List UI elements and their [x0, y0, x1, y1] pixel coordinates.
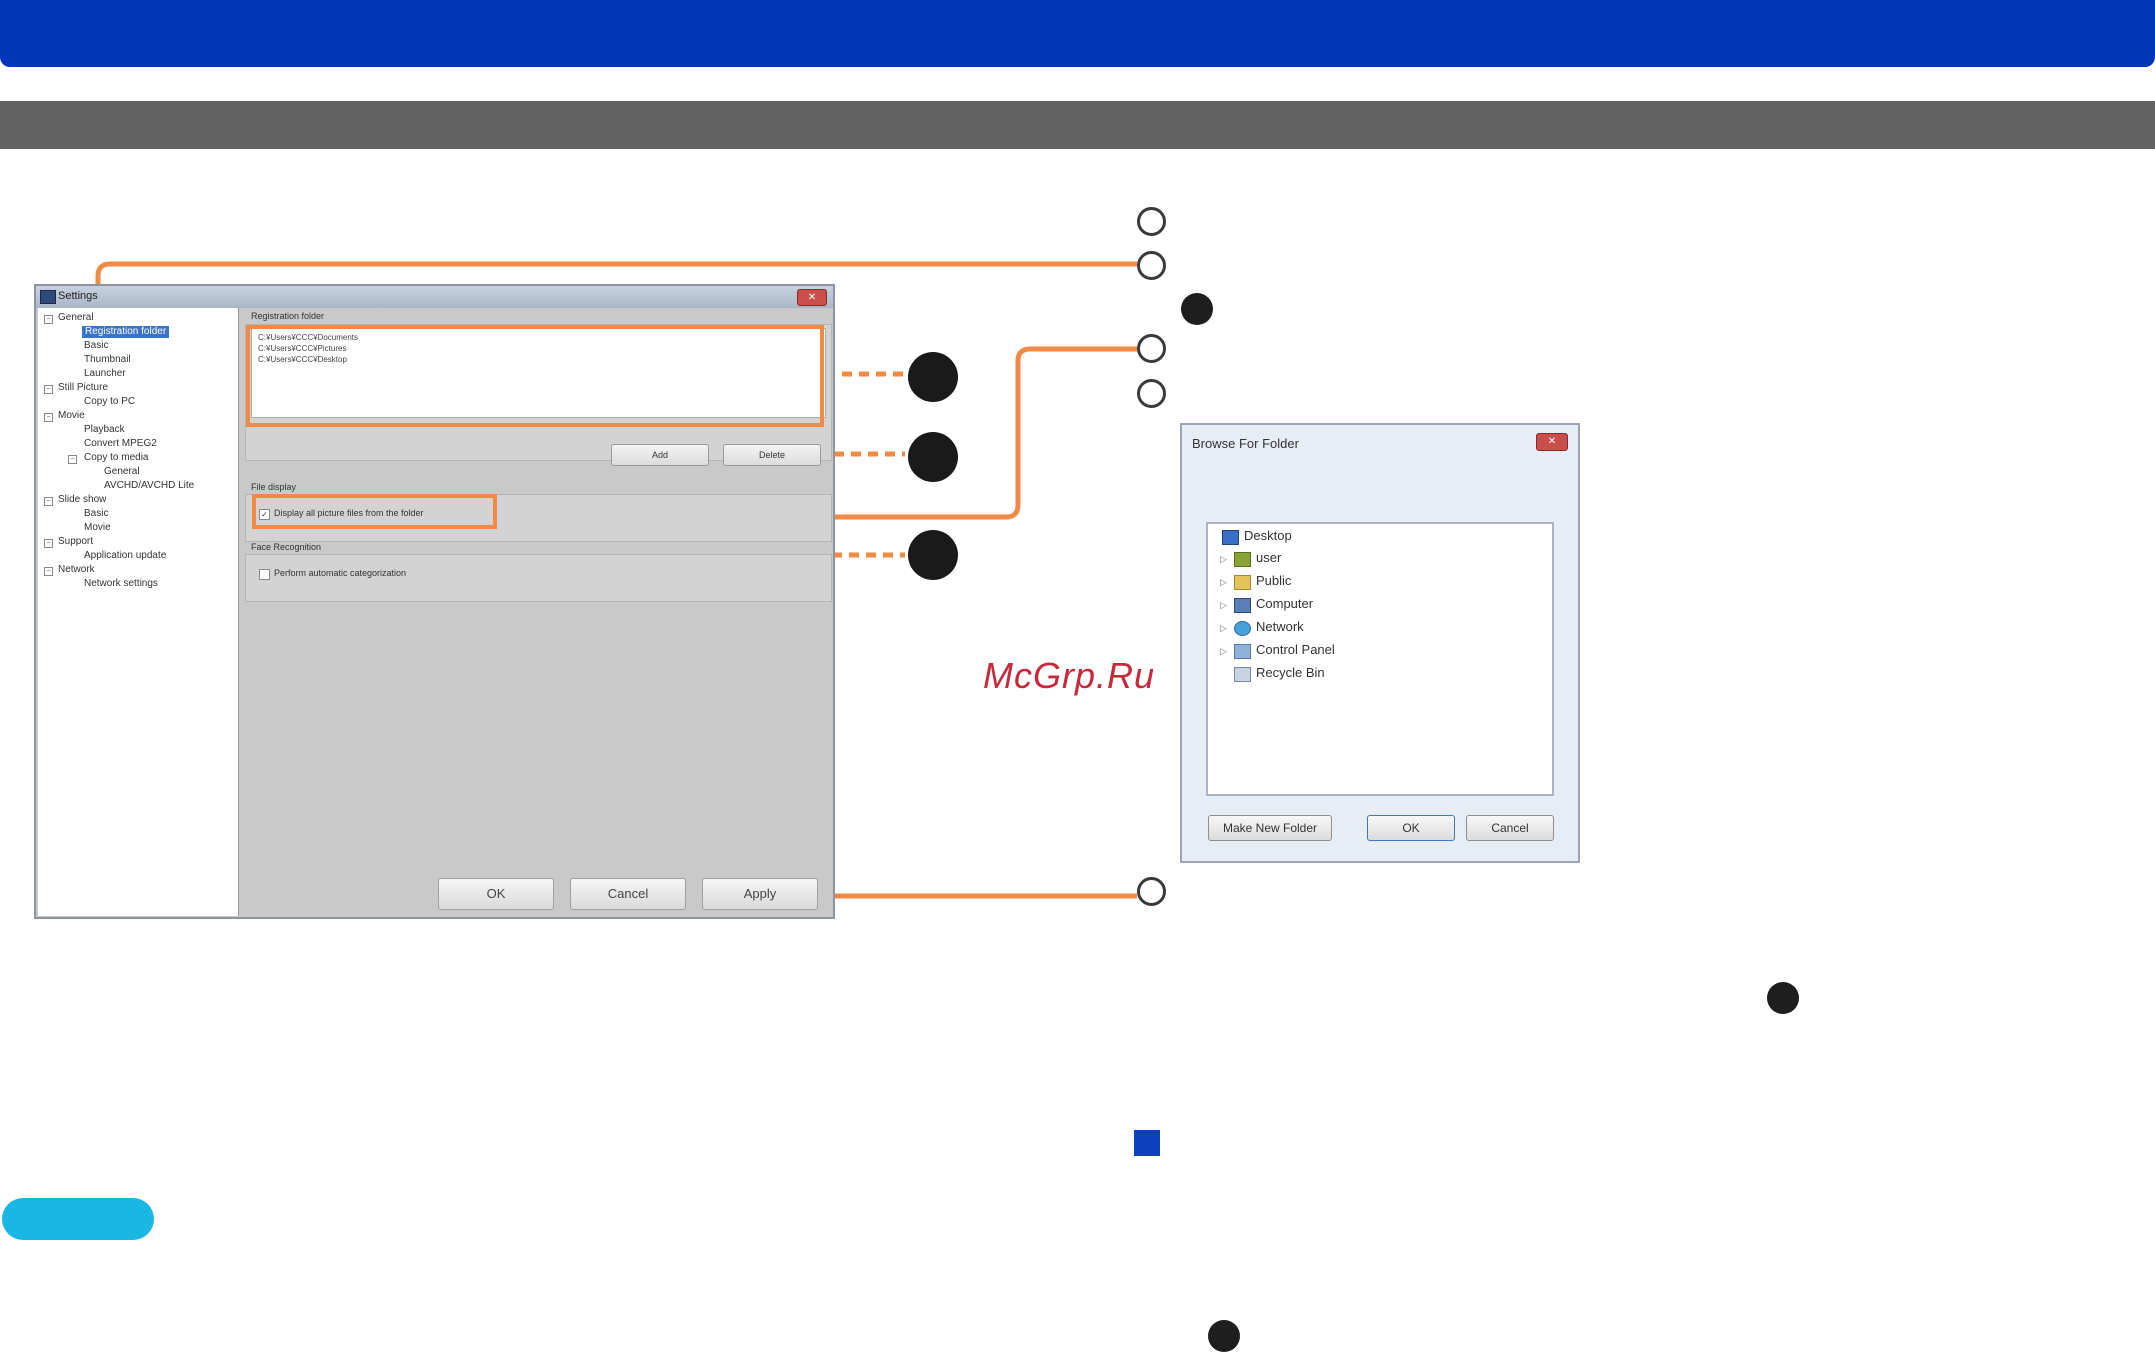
control-panel-icon	[1234, 644, 1251, 659]
tree-item-general[interactable]: General	[58, 312, 94, 324]
recycle-bin-icon	[1234, 667, 1251, 682]
settings-titlebar: Settings ✕	[36, 286, 833, 308]
expand-arrow-icon[interactable]: ▷	[1220, 554, 1227, 565]
note-dot-1	[1181, 293, 1213, 325]
section-square-icon	[1134, 1130, 1160, 1156]
highlight-display-all	[252, 494, 497, 529]
settings-tree: − General Registration folder Basic Thum…	[38, 308, 239, 916]
add-button[interactable]: Add	[611, 444, 709, 466]
app-icon	[40, 290, 56, 304]
cancel-button[interactable]: Cancel	[570, 878, 686, 910]
folder-icon	[1234, 575, 1251, 590]
expander-icon[interactable]: −	[44, 567, 53, 576]
auto-categorization-label: Perform automatic categorization	[274, 568, 407, 578]
expand-arrow-icon[interactable]: ▷	[1220, 646, 1227, 657]
make-new-folder-button[interactable]: Make New Folder	[1208, 815, 1332, 841]
note-dot-3	[1208, 1320, 1240, 1352]
settings-title: Settings	[58, 290, 98, 302]
tree-item-support[interactable]: Support	[58, 536, 93, 548]
expander-icon[interactable]: −	[44, 315, 53, 324]
computer-icon	[1234, 598, 1251, 613]
auto-categorization-checkbox[interactable]	[259, 569, 270, 580]
callout-marker-3	[908, 530, 958, 580]
callout-marker-2	[908, 432, 958, 482]
expand-arrow-icon[interactable]: ▷	[1220, 577, 1227, 588]
registration-folder-label: Registration folder	[251, 311, 325, 321]
tree-item-copy-to-media[interactable]: Copy to media	[84, 452, 148, 464]
tree-item-basic[interactable]: Basic	[84, 340, 108, 352]
user-folder-icon	[1234, 552, 1251, 567]
highlight-folder-list	[246, 325, 824, 427]
tree-item-movie[interactable]: Movie	[58, 410, 85, 422]
tree-item-slide-movie[interactable]: Movie	[84, 522, 111, 534]
browse-cancel-button[interactable]: Cancel	[1466, 815, 1554, 841]
callout-marker-1	[908, 352, 958, 402]
tree-item-convert-mpeg2[interactable]: Convert MPEG2	[84, 438, 157, 450]
tree-item-avchd[interactable]: AVCHD/AVCHD Lite	[104, 480, 194, 492]
expander-icon[interactable]: −	[68, 455, 77, 464]
close-icon[interactable]: ✕	[797, 289, 827, 306]
browse-item-user[interactable]: user	[1256, 550, 1281, 565]
face-recognition-group	[245, 554, 832, 602]
note-dot-2	[1767, 982, 1799, 1014]
browse-item-computer[interactable]: Computer	[1256, 596, 1313, 611]
step-circle-3	[1137, 334, 1166, 363]
browse-item-recycle-bin[interactable]: Recycle Bin	[1256, 665, 1325, 680]
tree-item-slide-basic[interactable]: Basic	[84, 508, 108, 520]
tree-item-registration-folder[interactable]: Registration folder	[82, 326, 170, 338]
expand-arrow-icon[interactable]: ▷	[1220, 623, 1227, 634]
browse-item-control-panel[interactable]: Control Panel	[1256, 642, 1335, 657]
tree-item-still-picture[interactable]: Still Picture	[58, 382, 108, 394]
tree-item-application-update[interactable]: Application update	[84, 550, 166, 562]
watermark-text: McGrp.Ru	[983, 655, 1156, 696]
expander-icon[interactable]: −	[44, 539, 53, 548]
step-circle-1	[1137, 207, 1166, 236]
tree-item-thumbnail[interactable]: Thumbnail	[84, 354, 131, 366]
expand-arrow-icon[interactable]: ▷	[1220, 600, 1227, 611]
tree-item-network[interactable]: Network	[58, 564, 95, 576]
expander-icon[interactable]: −	[44, 385, 53, 394]
network-icon	[1234, 621, 1251, 636]
step-circle-2	[1137, 251, 1166, 280]
browse-folder-window: Browse For Folder ✕ Desktop ▷ user ▷ Pub…	[1180, 423, 1580, 863]
expander-icon[interactable]: −	[44, 497, 53, 506]
step-circle-5	[1137, 877, 1166, 906]
delete-button[interactable]: Delete	[723, 444, 821, 466]
browse-item-network[interactable]: Network	[1256, 619, 1304, 634]
browse-ok-button[interactable]: OK	[1367, 815, 1455, 841]
browse-item-public[interactable]: Public	[1256, 573, 1291, 588]
tree-item-media-general[interactable]: General	[104, 466, 140, 478]
browse-item-desktop[interactable]: Desktop	[1244, 528, 1292, 543]
browse-title: Browse For Folder	[1192, 436, 1299, 451]
tree-item-slide-show[interactable]: Slide show	[58, 494, 106, 506]
tree-item-playback[interactable]: Playback	[84, 424, 125, 436]
browse-folder-tree: Desktop ▷ user ▷ Public ▷ Computer ▷ Net…	[1206, 522, 1554, 796]
expander-icon[interactable]: −	[44, 413, 53, 422]
tree-item-launcher[interactable]: Launcher	[84, 368, 126, 380]
face-recognition-label: Face Recognition	[251, 542, 322, 552]
close-icon[interactable]: ✕	[1536, 433, 1568, 451]
note-tag	[2, 1198, 154, 1240]
ok-button[interactable]: OK	[438, 878, 554, 910]
step-circle-4	[1137, 379, 1166, 408]
apply-button[interactable]: Apply	[702, 878, 818, 910]
file-display-label: File display	[251, 482, 297, 492]
tree-item-copy-to-pc[interactable]: Copy to PC	[84, 396, 135, 408]
desktop-icon	[1222, 530, 1239, 545]
tree-item-network-settings[interactable]: Network settings	[84, 578, 158, 590]
